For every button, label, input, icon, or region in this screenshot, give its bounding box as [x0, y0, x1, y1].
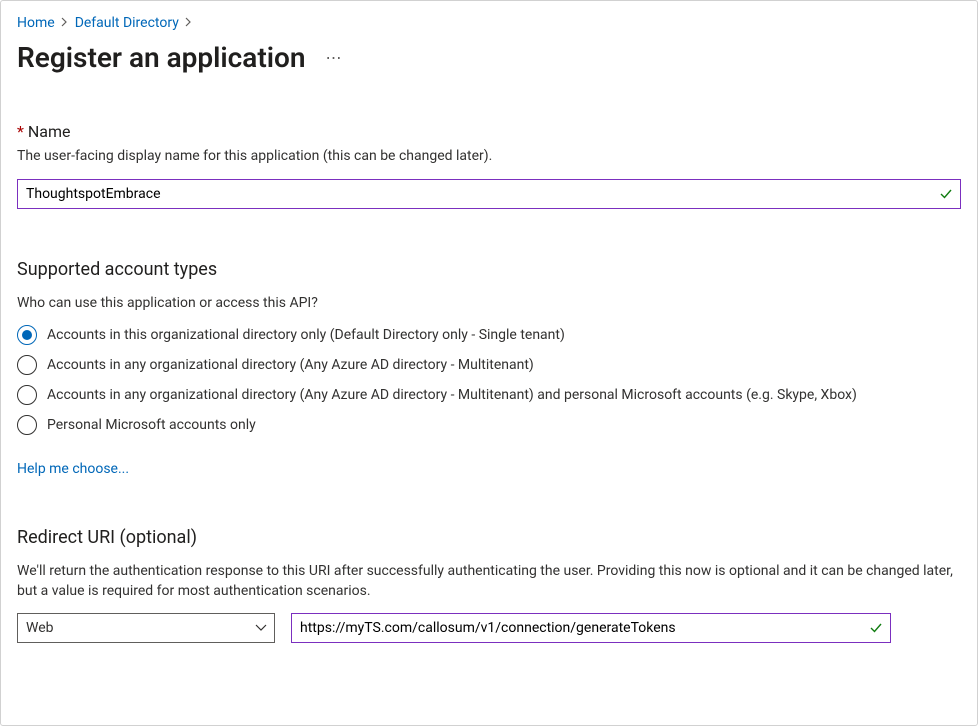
- title-row: Register an application ⋯: [17, 41, 961, 74]
- breadcrumb-default-directory[interactable]: Default Directory: [75, 15, 179, 31]
- radio-label: Accounts in any organizational directory…: [47, 357, 534, 373]
- account-types-section: Supported account types Who can use this…: [17, 259, 961, 478]
- account-types-title: Supported account types: [17, 259, 961, 280]
- chevron-right-icon: [61, 16, 69, 30]
- radio-multitenant-personal[interactable]: Accounts in any organizational directory…: [17, 385, 961, 405]
- redirect-uri-title: Redirect URI (optional): [17, 527, 961, 548]
- account-types-radio-group: Accounts in this organizational director…: [17, 325, 961, 435]
- chevron-right-icon: [185, 16, 193, 30]
- redirect-uri-helper: We'll return the authentication response…: [17, 562, 961, 601]
- help-me-choose-link[interactable]: Help me choose...: [17, 461, 129, 477]
- name-helper-text: The user-facing display name for this ap…: [17, 147, 961, 167]
- radio-label: Accounts in this organizational director…: [47, 327, 565, 343]
- name-section: *Name The user-facing display name for t…: [17, 122, 961, 209]
- radio-icon: [17, 355, 37, 375]
- app-name-input[interactable]: [17, 179, 961, 209]
- breadcrumb: Home Default Directory: [17, 15, 961, 31]
- redirect-uri-section: Redirect URI (optional) We'll return the…: [17, 527, 961, 643]
- account-types-question: Who can use this application or access t…: [17, 294, 961, 314]
- radio-icon: [17, 325, 37, 345]
- radio-personal-only[interactable]: Personal Microsoft accounts only: [17, 415, 961, 435]
- radio-single-tenant[interactable]: Accounts in this organizational director…: [17, 325, 961, 345]
- required-star-icon: *: [17, 122, 24, 141]
- radio-icon: [17, 415, 37, 435]
- platform-select[interactable]: Web: [17, 613, 275, 643]
- radio-icon: [17, 385, 37, 405]
- platform-selected-label: Web: [26, 620, 54, 636]
- radio-multitenant[interactable]: Accounts in any organizational directory…: [17, 355, 961, 375]
- redirect-uri-input[interactable]: [291, 613, 891, 643]
- more-actions-icon[interactable]: ⋯: [322, 44, 348, 71]
- page-title: Register an application: [17, 41, 306, 74]
- breadcrumb-home[interactable]: Home: [17, 15, 55, 31]
- name-label: *Name: [17, 122, 961, 141]
- radio-label: Accounts in any organizational directory…: [47, 387, 857, 403]
- radio-label: Personal Microsoft accounts only: [47, 417, 256, 433]
